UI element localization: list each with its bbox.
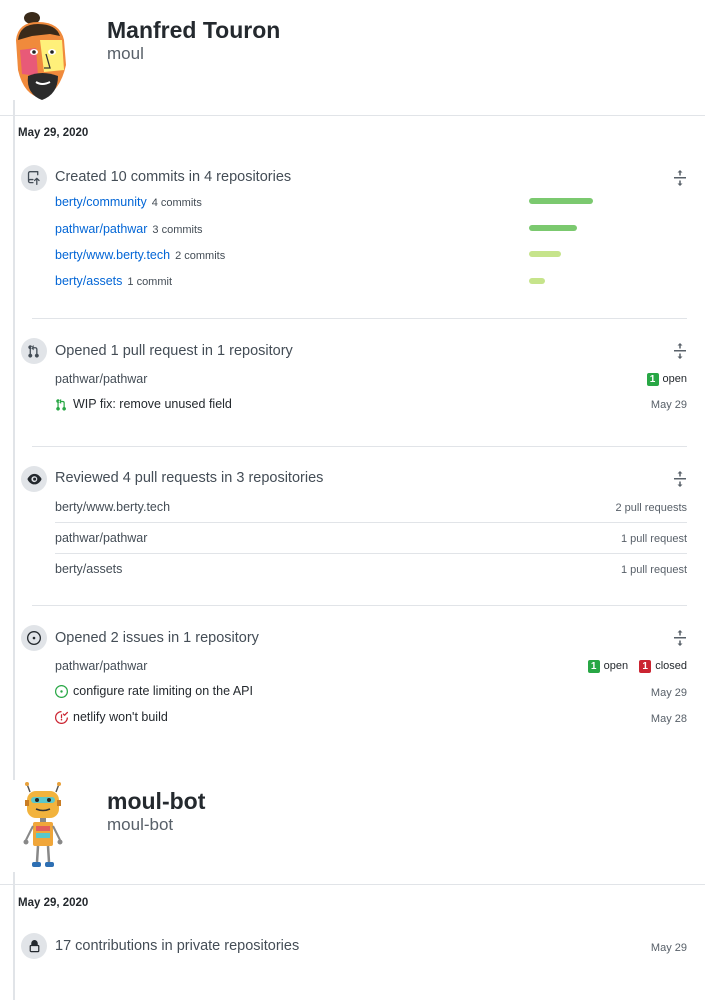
commit-row: berty/www.berty.tech 2 commits [55,248,225,262]
pr-date: May 29 [650,399,687,411]
header-divider [0,115,705,116]
issues-title: Opened 2 issues in 1 repository [55,630,259,646]
repo-push-icon [21,165,47,191]
issue-title[interactable]: configure rate limiting on the API [73,684,253,698]
profile-login: moul [107,44,144,63]
issue-opened-icon [21,625,47,651]
commit-row: berty/assets 1 commit [55,274,172,288]
commit-activity-bar [529,251,561,257]
issues-state-counts[interactable]: 1 open 1 closed [587,660,687,673]
commit-row: berty/community 4 commits [55,195,202,209]
issue-date: May 29 [650,687,687,699]
eye-icon [21,466,47,492]
closed-badge: 1 [639,660,652,673]
issue-title[interactable]: netlify won't build [73,710,168,724]
commit-activity-bar [529,225,577,231]
open-label: open [603,660,629,672]
pr-title[interactable]: WIP fix: remove unused field [73,397,232,411]
fold-icon[interactable] [672,343,688,359]
profile-name[interactable]: moul-bot [107,788,205,815]
section-divider [32,318,687,319]
activity-date: May 29, 2020 [18,897,89,909]
closed-label: closed [655,660,687,672]
row-divider [55,553,687,554]
review-count[interactable]: 2 pull requests [615,502,687,514]
pr-item[interactable]: WIP fix: remove unused field [55,397,232,411]
private-contributions-title: 17 contributions in private repositories [55,938,300,954]
open-label: open [662,373,687,385]
activity-date: May 29, 2020 [18,127,89,139]
commit-row: pathwar/pathwar 3 commits [55,222,203,236]
header-divider [0,884,705,885]
pr-repo[interactable]: pathwar/pathwar [55,372,147,386]
section-divider [32,446,687,447]
review-repo[interactable]: berty/www.berty.tech [55,500,170,514]
repo-link[interactable]: berty/community [55,195,147,209]
fold-icon[interactable] [672,471,688,487]
pull-requests-title: Opened 1 pull request in 1 repository [55,343,293,359]
commit-activity-bar [529,198,593,204]
section-divider [32,605,687,606]
moul-bot-avatar[interactable] [22,782,64,870]
commit-count[interactable]: 3 commits [152,224,202,236]
pr-open-count[interactable]: 1 open [646,373,687,386]
timeline-line [13,872,15,1000]
issue-item[interactable]: configure rate limiting on the API [55,684,253,698]
fold-icon[interactable] [672,630,688,646]
repo-link[interactable]: berty/www.berty.tech [55,248,170,262]
moul-avatar[interactable] [10,10,72,102]
lock-icon [21,933,47,959]
open-badge: 1 [646,373,659,386]
issues-repo[interactable]: pathwar/pathwar [55,659,147,673]
row-divider [55,522,687,523]
commit-count[interactable]: 2 commits [175,250,225,262]
issue-closed-icon [55,710,68,724]
git-pull-request-icon [56,398,66,411]
commit-count[interactable]: 1 commit [127,276,172,288]
git-pull-request-icon [21,338,47,364]
commits-title: Created 10 commits in 4 repositories [55,169,292,185]
fold-icon[interactable] [672,170,688,186]
issue-opened-icon [55,684,68,698]
issue-date: May 28 [650,713,687,725]
commit-count[interactable]: 4 commits [152,197,202,209]
review-repo[interactable]: berty/assets [55,562,122,576]
review-count[interactable]: 1 pull request [621,533,687,545]
reviews-title: Reviewed 4 pull requests in 3 repositori… [55,470,324,486]
review-count[interactable]: 1 pull request [621,564,687,576]
commit-activity-bar [529,278,545,284]
profile-login: moul-bot [107,815,174,834]
repo-link[interactable]: pathwar/pathwar [55,222,147,236]
issue-item[interactable]: netlify won't build [55,710,168,724]
review-repo[interactable]: pathwar/pathwar [55,531,147,545]
private-contributions-date: May 29 [650,942,687,954]
repo-link[interactable]: berty/assets [55,274,122,288]
timeline-line [13,100,15,780]
profile-name[interactable]: Manfred Touron [107,17,280,44]
open-badge: 1 [587,660,600,673]
